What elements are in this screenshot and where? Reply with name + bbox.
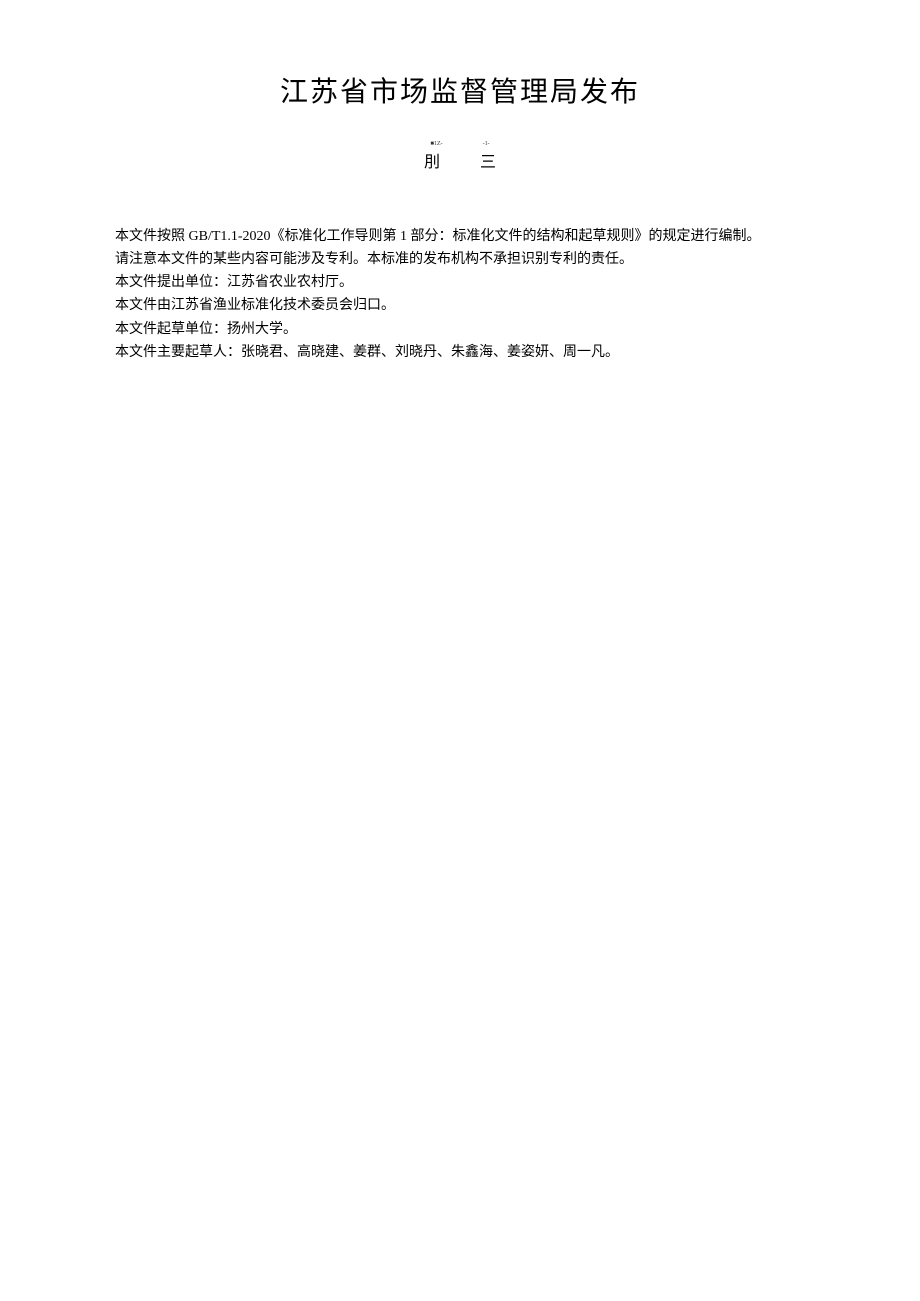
subtitle-char-right: 三: [480, 150, 496, 176]
mark-left: ■1Z-: [430, 140, 442, 150]
subtitle-area: ■1Z- -1- 刖 三: [115, 140, 805, 175]
paragraph-1: 本文件按照 GB/T1.1-2020《标准化工作导则第 1 部分：标准化文件的结…: [115, 225, 805, 248]
paragraph-4: 本文件由江苏省渔业标准化技术委员会归口。: [115, 294, 805, 317]
document-title: 江苏省市场监督管理局发布: [115, 70, 805, 110]
page-container: 江苏省市场监督管理局发布 ■1Z- -1- 刖 三 本文件按照 GB/T1.1-…: [0, 0, 920, 364]
subtitle-chars-row: 刖 三: [115, 150, 805, 176]
paragraph-5: 本文件起草单位：扬州大学。: [115, 318, 805, 341]
subtitle-char-left: 刖: [424, 150, 440, 176]
body-text: 本文件按照 GB/T1.1-2020《标准化工作导则第 1 部分：标准化文件的结…: [115, 225, 805, 364]
mark-right: -1-: [483, 140, 490, 150]
paragraph-6: 本文件主要起草人：张晓君、高晓建、姜群、刘晓丹、朱鑫海、姜姿妍、周一凡。: [115, 341, 805, 364]
subtitle-marks-row: ■1Z- -1-: [115, 140, 805, 150]
paragraph-3: 本文件提出单位：江苏省农业农村厅。: [115, 271, 805, 294]
paragraph-2: 请注意本文件的某些内容可能涉及专利。本标准的发布机构不承担识别专利的责任。: [115, 248, 805, 271]
